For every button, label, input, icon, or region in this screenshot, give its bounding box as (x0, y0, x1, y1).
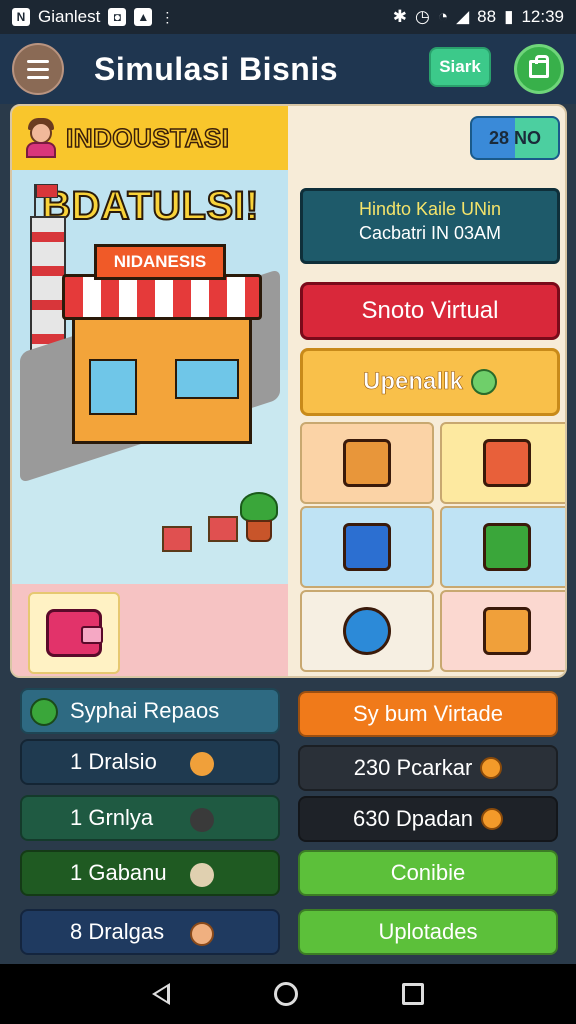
item-tile-shelf[interactable] (300, 506, 434, 588)
store-sign: NIDANESIS (94, 244, 226, 280)
row-left-5[interactable]: 8 Dralgas (20, 909, 280, 955)
wifi-icon: ◔ (437, 7, 449, 26)
app-header: Simulasi Bisnis Siark (0, 34, 576, 104)
avatar-icon (22, 118, 60, 158)
industry-bar: INDOUSTASI (12, 106, 288, 170)
page-title: Simulasi Bisnis (94, 50, 339, 87)
system-nav-bar (0, 964, 576, 1024)
store-awning (62, 274, 262, 320)
flag-icon (36, 184, 58, 198)
coin-icon (190, 752, 214, 776)
plant-pot (246, 520, 272, 542)
inventory-area (12, 584, 288, 676)
hamburger-icon (27, 59, 49, 63)
row-right-label: Uplotades (378, 919, 478, 944)
status-bar: N Gianlest ◘ ▲ ⋮ ✱ ◷ ◔ ◢ 88 ▮ 12:39 (0, 0, 576, 34)
row-left-label: Syphai Repaos (70, 698, 220, 723)
shop-button[interactable] (514, 44, 564, 94)
home-icon[interactable] (274, 982, 298, 1006)
tool-icon (483, 607, 531, 655)
industry-label: INDOUSTASI (65, 122, 230, 154)
info-box: Hindto Kaile UNin Cacbatri IN 03AM (300, 188, 560, 264)
store-window (175, 359, 239, 399)
store-window (89, 359, 137, 415)
avatar-icon (190, 922, 214, 946)
produce-icon (483, 523, 531, 571)
camera-icon: ◘ (108, 8, 127, 26)
row-right-label: 230 Pcarkar (353, 755, 473, 780)
tool-icon (190, 863, 214, 887)
row-right-3[interactable]: 630 Dpadan (298, 796, 558, 842)
coin-icon (480, 808, 503, 830)
actions-column: 28 NO Hindto Kaile UNin Cacbatri IN 03AM… (290, 106, 565, 676)
alarm-icon: ◷ (414, 7, 430, 26)
clock: 12:39 (521, 7, 564, 26)
row-right-label: Conibie (390, 860, 466, 885)
row-right-2[interactable]: 230 Pcarkar (298, 745, 558, 791)
image-icon: ▲ (134, 8, 153, 26)
plant-icon (240, 492, 278, 522)
item-tile-gift[interactable] (440, 422, 565, 504)
row-left-label: 1 Dralsio (70, 749, 157, 774)
row-left-1[interactable]: Syphai Repaos (20, 688, 280, 734)
shopping-bag-icon (343, 439, 391, 487)
row-left-label: 1 Gabanu (70, 860, 167, 885)
crate-icon (208, 516, 238, 542)
business-scene-column: INDOUSTASI BDATULSI! NIDANESIS (12, 106, 288, 676)
more-icon: ⋮ (160, 8, 174, 25)
coin-icon (471, 369, 498, 395)
signal-icon: ◢ (456, 7, 470, 26)
display-shelf-icon (343, 523, 391, 571)
row-left-label: 8 Dralgas (70, 919, 165, 944)
counter-button[interactable]: 28 NO (470, 116, 560, 160)
dot-icon (190, 808, 214, 832)
back-icon[interactable] (152, 983, 170, 1005)
coin-icon (480, 757, 503, 779)
scene-label: BDATULSI! (41, 183, 260, 229)
status-app-name: Gianlest (38, 7, 101, 26)
upgrade-button[interactable]: Upenallk (300, 348, 560, 416)
item-tile-badge[interactable] (300, 590, 434, 672)
recent-apps-icon[interactable] (402, 983, 424, 1005)
row-left-4[interactable]: 1 Gabanu (20, 850, 280, 896)
info-line-2: Cacbatri IN 03AM (358, 223, 502, 243)
info-line-1: Hindto Kaile UNin (358, 199, 502, 219)
notification-icon: N (12, 8, 30, 26)
virtual-store-button[interactable]: Snoto Virtual (300, 282, 560, 340)
business-panel: INDOUSTASI BDATULSI! NIDANESIS 28 NO Hin… (10, 104, 567, 678)
profile-icon (30, 698, 58, 726)
row-right-5[interactable]: Uplotades (298, 909, 558, 955)
item-tile-bag[interactable] (300, 422, 434, 504)
row-right-label: 630 Dpadan (353, 806, 473, 831)
row-right-label: Sy bum Virtade (352, 701, 503, 726)
badge-icon (343, 607, 391, 655)
row-left-2[interactable]: 1 Dralsio (20, 739, 280, 785)
battery-level: 88 (477, 7, 497, 26)
shopping-bag-icon (529, 55, 549, 78)
wallet-icon (46, 609, 103, 657)
battery-icon: ▮ (504, 7, 514, 26)
row-left-label: 1 Grnlya (70, 805, 154, 830)
wallet-tile[interactable] (28, 592, 120, 674)
item-tile-tool[interactable] (440, 590, 565, 672)
crate-icon (162, 526, 192, 552)
menu-button[interactable] (12, 43, 64, 95)
row-left-3[interactable]: 1 Grnlya (20, 795, 280, 841)
gift-icon (483, 439, 531, 487)
item-tile-produce[interactable] (440, 506, 565, 588)
upgrade-label: Upenallk (362, 368, 464, 396)
bluetooth-icon: ✱ (392, 7, 407, 26)
start-button[interactable]: Siark (429, 47, 491, 87)
row-right-4[interactable]: Conibie (298, 850, 558, 896)
row-right-1[interactable]: Sy bum Virtade (298, 691, 558, 737)
